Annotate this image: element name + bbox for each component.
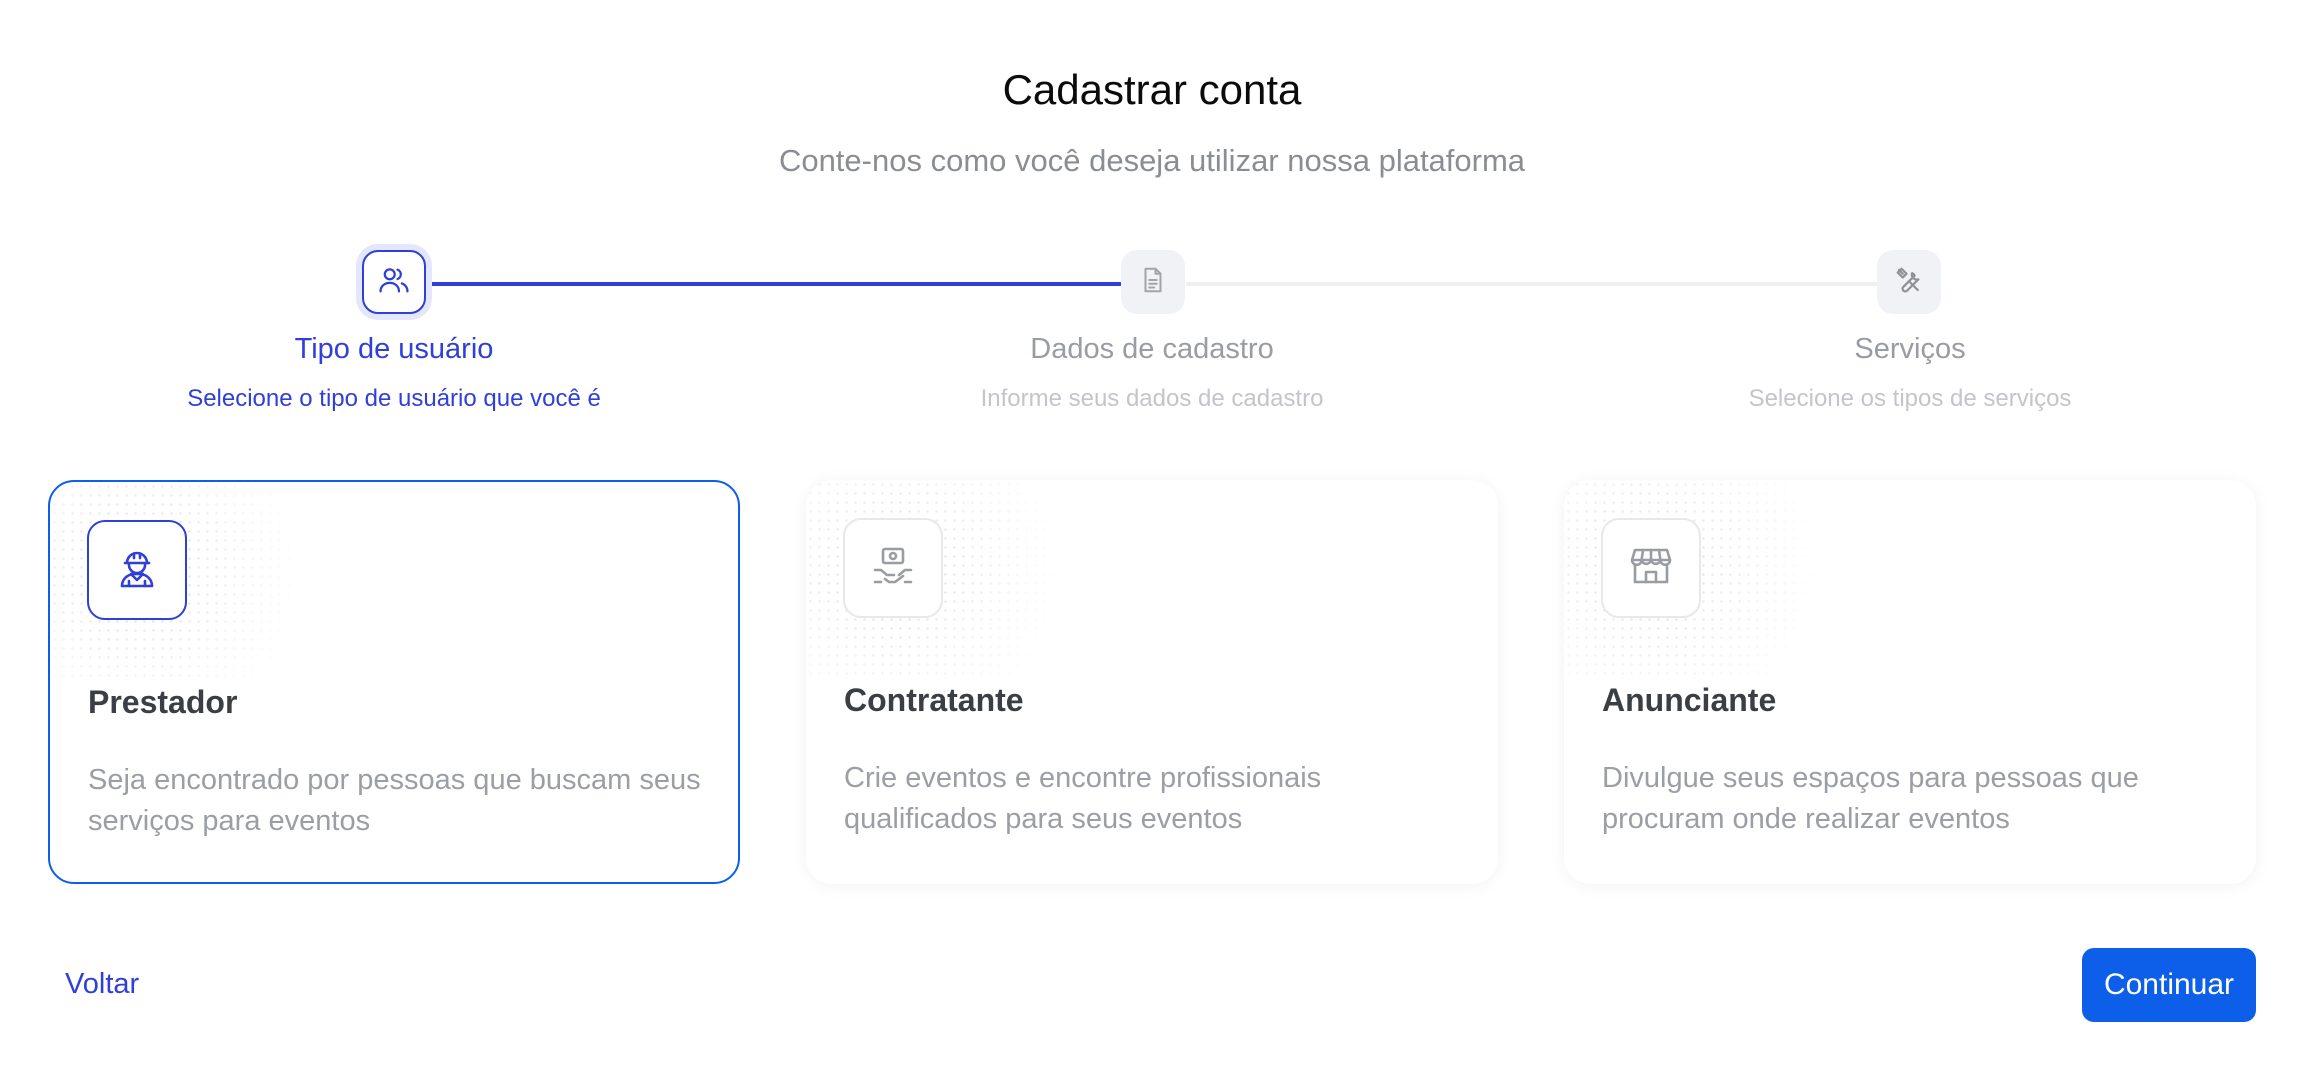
step-3-indicator[interactable] (1877, 250, 1941, 314)
users-icon (377, 263, 411, 302)
handshake-icon (869, 542, 917, 595)
user-type-card-anunciante[interactable]: Anunciante Divulgue seus espaços para pe… (1564, 480, 2256, 884)
step-1-description: Selecione o tipo de usuário que você é (187, 385, 601, 412)
tools-icon (1894, 265, 1924, 300)
stepper-progress-line-pending (1186, 282, 1880, 286)
card-title: Anunciante (1602, 682, 1777, 718)
step-1-indicator[interactable] (362, 250, 426, 314)
back-link[interactable]: Voltar (65, 968, 139, 1001)
stepper-progress-line-complete (428, 282, 1122, 286)
step-2-indicator[interactable] (1121, 250, 1185, 314)
continue-button[interactable]: Continuar (2082, 948, 2256, 1022)
page-title: Cadastrar conta (1002, 66, 1302, 113)
step-2-description: Informe seus dados de cadastro (980, 385, 1324, 412)
card-description: Seja encontrado por pessoas que buscam s… (88, 764, 701, 837)
page-subtitle: Conte-nos como você deseja utilizar noss… (778, 143, 1526, 178)
step-3-description: Selecione os tipos de serviços (1748, 385, 2072, 412)
document-icon (1138, 265, 1168, 300)
step-3-title: Serviços (1854, 333, 1966, 365)
storefront-icon (1627, 542, 1675, 595)
step-1-title: Tipo de usuário (294, 333, 494, 365)
step-2-title: Dados de cadastro (1030, 333, 1274, 365)
card-title: Prestador (88, 684, 238, 720)
user-type-card-contratante[interactable]: Contratante Crie eventos e encontre prof… (806, 480, 1498, 884)
card-icon-box (87, 520, 187, 620)
card-description: Divulgue seus espaços para pessoas que p… (1602, 762, 2139, 835)
card-title: Contratante (844, 682, 1024, 718)
card-icon-box (1601, 518, 1701, 618)
card-description: Crie eventos e encontre profissionais qu… (844, 762, 1322, 835)
worker-icon (113, 544, 161, 597)
card-icon-box (843, 518, 943, 618)
user-type-card-prestador[interactable]: Prestador Seja encontrado por pessoas qu… (48, 480, 740, 884)
